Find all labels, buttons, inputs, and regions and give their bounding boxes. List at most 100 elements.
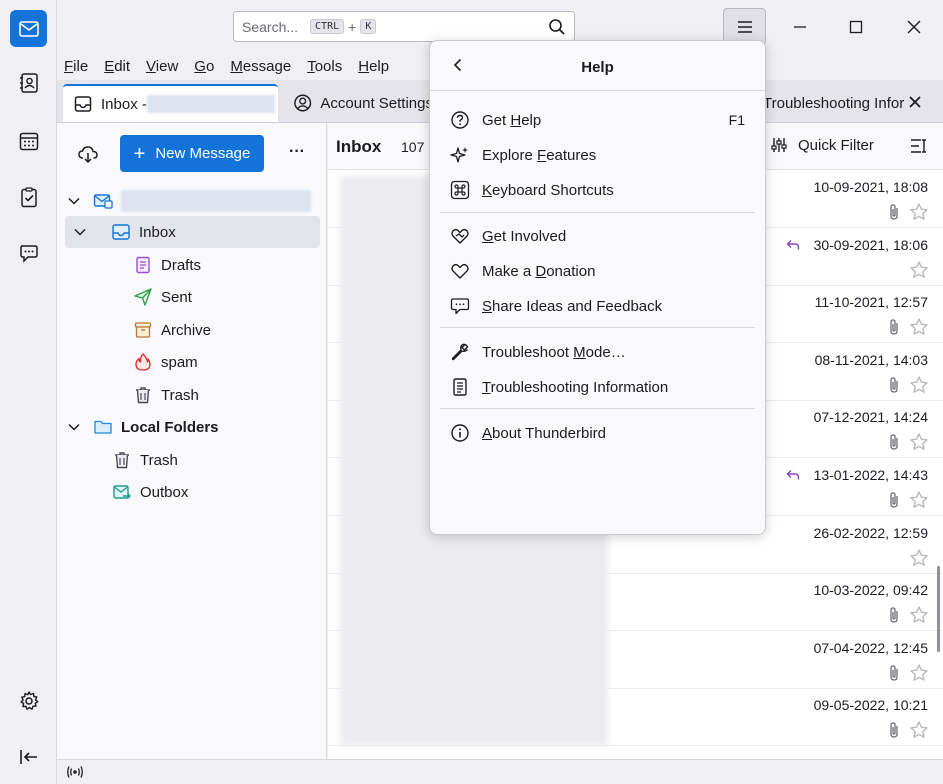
folder-spam[interactable]: spam <box>133 346 198 378</box>
menu-item-keyboard-shortcuts[interactable]: Keyboard Shortcuts <box>442 174 753 206</box>
tab-account-settings[interactable]: Account Settings <box>283 84 433 122</box>
tab-troubleshooting[interactable]: Troubleshooting Infor <box>757 84 907 122</box>
menu-item-get-involved[interactable]: Get Involved <box>442 220 753 252</box>
menu-edit[interactable]: Edit <box>104 58 130 75</box>
maximize-button[interactable] <box>841 12 871 42</box>
calendar-icon <box>19 132 38 150</box>
quick-filter-button[interactable]: Quick Filter <box>770 136 874 154</box>
separator <box>440 212 755 213</box>
chat-button[interactable] <box>10 234 47 271</box>
new-message-button[interactable]: + New Message <box>120 135 264 172</box>
address-book-button[interactable] <box>10 64 47 101</box>
star-icon[interactable] <box>909 375 929 398</box>
chevron-down-icon[interactable] <box>67 194 81 208</box>
star-icon[interactable] <box>909 605 929 628</box>
minimize-button[interactable] <box>785 12 815 42</box>
star-icon[interactable] <box>909 432 929 455</box>
chevron-down-icon[interactable] <box>67 420 81 434</box>
menu-help[interactable]: Help <box>358 58 389 75</box>
list-display-options-button[interactable] <box>909 137 927 158</box>
hamburger-icon <box>737 20 752 33</box>
drafts-icon <box>133 255 153 275</box>
folder-archive-label: Archive <box>161 321 212 339</box>
about-thunderbird-label: About Thunderbird <box>482 424 606 442</box>
star-icon[interactable] <box>909 720 929 743</box>
chevron-down-icon[interactable] <box>73 225 87 239</box>
folder-sent[interactable]: Sent <box>133 281 192 313</box>
handshake-heart-icon <box>450 226 470 246</box>
star-icon[interactable] <box>909 490 929 513</box>
trash-icon <box>133 385 153 405</box>
question-circle-icon <box>450 110 470 130</box>
plus-icon: + <box>133 142 146 165</box>
folder-drafts[interactable]: Drafts <box>133 249 201 281</box>
new-message-label: New Message <box>155 145 251 162</box>
share-ideas-label: Share Ideas and Feedback <box>482 297 663 315</box>
menu-item-share-ideas[interactable]: Share Ideas and Feedback <box>442 290 753 322</box>
message-date: 10-09-2021, 18:08 <box>813 179 928 195</box>
troubleshooting-information-label: Troubleshooting Information <box>482 378 669 396</box>
menu-item-get-help[interactable]: Get Help F1 <box>442 104 753 136</box>
tab-troubleshooting-label: Troubleshooting Infor <box>763 94 905 112</box>
folder-trash[interactable]: Trash <box>133 379 199 411</box>
folder-archive[interactable]: Archive <box>133 314 211 346</box>
address-book-icon <box>19 72 38 93</box>
message-date: 26-02-2022, 12:59 <box>813 524 928 541</box>
separator <box>440 327 755 328</box>
search-placeholder: Search... <box>242 18 299 35</box>
mail-icon <box>18 20 39 37</box>
menu-file[interactable]: File <box>64 58 88 75</box>
star-icon[interactable] <box>909 260 929 283</box>
attachment-icon <box>888 203 900 224</box>
close-window-button[interactable] <box>899 12 929 42</box>
menu-item-make-a-donation[interactable]: Make a Donation <box>442 255 753 287</box>
get-messages-button[interactable] <box>77 143 99 168</box>
calendar-button[interactable] <box>10 122 47 159</box>
close-tab-button[interactable] <box>907 94 923 113</box>
mail-space-button[interactable] <box>10 10 47 47</box>
folder-spam-label: spam <box>161 353 198 371</box>
star-icon[interactable] <box>909 317 929 340</box>
shortcut-plus: + <box>348 18 357 35</box>
star-icon[interactable] <box>909 202 929 225</box>
message-date: 07-04-2022, 12:45 <box>813 639 928 656</box>
tab-inbox[interactable]: Inbox - <box>63 84 278 122</box>
shortcut-key-ctrl: CTRL <box>310 19 345 34</box>
online-status-icon[interactable] <box>65 764 85 783</box>
maximize-icon <box>849 20 863 34</box>
menu-view[interactable]: View <box>146 58 178 75</box>
message-date: 08-11-2021, 14:03 <box>814 351 928 368</box>
menu-item-troubleshoot-mode[interactable]: Troubleshoot Mode… <box>442 336 753 368</box>
get-involved-label: Get Involved <box>482 227 567 245</box>
scrollbar-thumb[interactable] <box>937 566 940 652</box>
wrench-icon <box>450 342 470 362</box>
account-mail-icon <box>93 191 113 211</box>
folder-pane-menu-button[interactable]: ··· <box>289 143 305 161</box>
gear-icon <box>19 690 38 710</box>
help-panel-title: Help <box>581 59 614 76</box>
menu-go[interactable]: Go <box>194 58 214 75</box>
local-folders-row[interactable]: Local Folders <box>67 411 219 443</box>
help-panel-header: Help <box>430 41 765 91</box>
folder-title: Inbox <box>336 137 382 156</box>
sparkles-icon <box>450 145 470 165</box>
settings-button[interactable] <box>10 682 47 719</box>
menu-item-explore-features[interactable]: Explore Features <box>442 139 753 171</box>
menu-message[interactable]: Message <box>230 58 291 75</box>
folder-outbox[interactable]: Outbox <box>112 476 188 508</box>
local-folder-trash[interactable]: Trash <box>112 444 178 476</box>
redacted-account-name <box>146 95 275 113</box>
menu-tools[interactable]: Tools <box>307 58 342 75</box>
search-input[interactable]: Search... CTRL + K <box>233 11 575 42</box>
star-icon[interactable] <box>909 663 929 686</box>
collapse-spaces-button[interactable] <box>10 738 47 775</box>
menu-item-troubleshooting-information[interactable]: Troubleshooting Information <box>442 371 753 403</box>
quick-filter-label: Quick Filter <box>798 136 874 154</box>
tasks-button[interactable] <box>10 178 47 215</box>
account-row[interactable] <box>67 185 317 217</box>
star-icon[interactable] <box>909 548 929 571</box>
attachment-icon <box>888 491 900 512</box>
folder-inbox[interactable]: Inbox <box>65 216 320 248</box>
search-icon[interactable] <box>548 18 566 39</box>
menu-item-about-thunderbird[interactable]: About Thunderbird <box>442 417 753 449</box>
